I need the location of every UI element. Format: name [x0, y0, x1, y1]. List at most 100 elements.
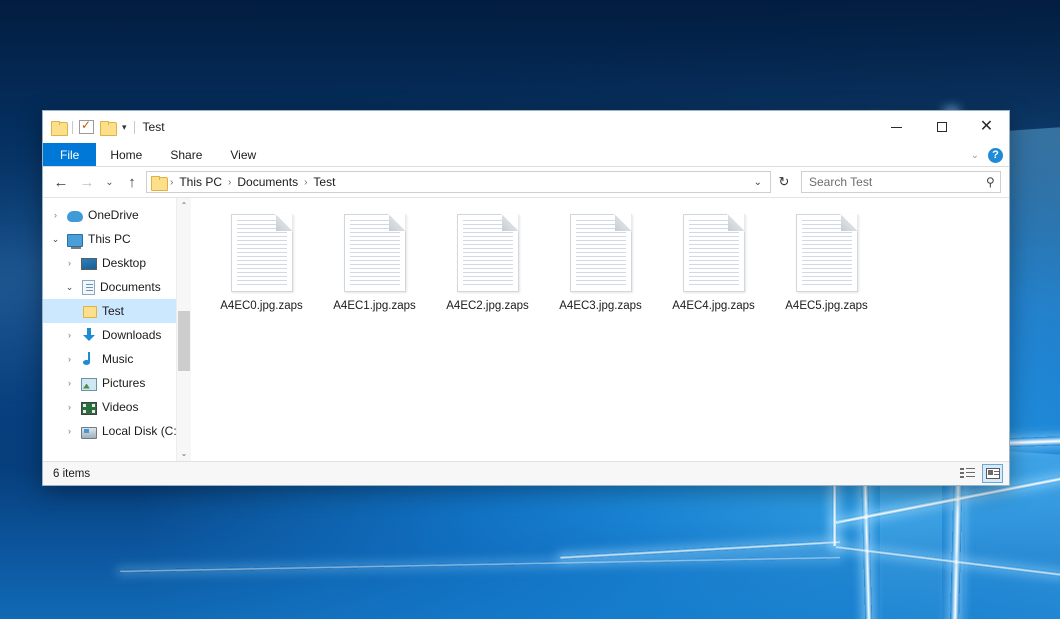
folder-icon	[83, 306, 97, 318]
sidebar-item-videos[interactable]: › Videos	[43, 395, 191, 419]
chevron-down-icon[interactable]: ⌄	[971, 150, 979, 161]
chevron-down-icon[interactable]: ⌄	[750, 177, 766, 188]
chevron-down-icon[interactable]: ⌄	[63, 282, 76, 293]
sidebar-item-pictures[interactable]: › Pictures	[43, 371, 191, 395]
breadcrumb[interactable]: › This PC › Documents › Test ⌄	[146, 171, 771, 193]
details-view-button[interactable]	[957, 464, 978, 483]
sidebar-item-documents[interactable]: ⌄ Documents	[43, 275, 191, 299]
sidebar-item-label: OneDrive	[88, 208, 139, 222]
address-bar: ← → ⌄ ↑ › This PC › Documents › Test ⌄ ↻…	[43, 167, 1009, 197]
downloads-icon	[81, 327, 97, 343]
toolbar-separator-1	[72, 121, 73, 134]
search-box[interactable]: ⚲	[801, 171, 1001, 193]
window-title: Test	[143, 120, 165, 134]
sidebar-item-label: Local Disk (C:)	[102, 424, 181, 438]
sidebar-item-label: Desktop	[102, 256, 146, 270]
scroll-down-icon[interactable]: ⌄	[177, 446, 191, 461]
tab-file[interactable]: File	[43, 143, 96, 166]
chevron-down-icon[interactable]: ▾	[121, 123, 128, 132]
music-icon	[81, 351, 97, 367]
scrollbar-track[interactable]	[177, 213, 191, 446]
file-name-label: A4EC4.jpg.zaps	[672, 300, 754, 312]
cloud-icon	[67, 211, 83, 222]
sidebar-item-music[interactable]: › Music	[43, 347, 191, 371]
chevron-right-icon[interactable]: ›	[63, 330, 76, 340]
generic-file-icon	[570, 214, 632, 292]
tab-home[interactable]: Home	[96, 143, 156, 166]
navigation-pane: › OneDrive ⌄ This PC › Desktop ⌄ Documen…	[43, 198, 191, 461]
minimize-icon	[891, 127, 902, 128]
wallpaper-pane-lower-left	[880, 467, 942, 619]
file-item[interactable]: A4EC2.jpg.zaps	[431, 212, 544, 312]
ribbon-right-controls: ⌄ ?	[971, 143, 1003, 167]
back-button[interactable]: ←	[49, 170, 73, 194]
help-icon[interactable]: ?	[988, 148, 1003, 163]
chevron-right-icon[interactable]: ›	[63, 426, 76, 436]
file-item[interactable]: A4EC5.jpg.zaps	[770, 212, 883, 312]
file-name-label: A4EC1.jpg.zaps	[333, 300, 415, 312]
breadcrumb-separator: ›	[170, 177, 173, 188]
chevron-right-icon[interactable]: ›	[63, 402, 76, 412]
new-folder-icon[interactable]	[100, 121, 115, 134]
sidebar-item-label: Music	[102, 352, 133, 366]
sidebar-item-onedrive[interactable]: › OneDrive	[43, 203, 191, 227]
large-icons-view-button[interactable]	[982, 464, 1003, 483]
toolbar-separator-2	[134, 121, 135, 134]
file-name-label: A4EC2.jpg.zaps	[446, 300, 528, 312]
file-list-pane[interactable]: A4EC0.jpg.zaps A4EC1.jpg.zaps	[191, 198, 1009, 461]
tab-view[interactable]: View	[216, 143, 270, 166]
scroll-up-icon[interactable]: ⌃	[177, 198, 191, 213]
scrollbar-thumb[interactable]	[178, 311, 190, 372]
details-view-icon	[960, 468, 975, 479]
file-item[interactable]: A4EC3.jpg.zaps	[544, 212, 657, 312]
disk-icon	[81, 427, 97, 439]
forward-button[interactable]: →	[75, 170, 99, 194]
chevron-right-icon[interactable]: ›	[49, 210, 62, 220]
properties-checkmark-icon[interactable]	[79, 120, 94, 134]
search-input[interactable]	[807, 174, 986, 190]
file-item[interactable]: A4EC4.jpg.zaps	[657, 212, 770, 312]
pictures-icon	[81, 378, 97, 391]
documents-icon	[82, 280, 95, 295]
sidebar-scrollbar[interactable]: ⌃ ⌄	[176, 198, 191, 461]
chevron-down-icon[interactable]: ⌄	[49, 234, 62, 245]
maximize-icon	[937, 122, 947, 132]
title-bar: ▾ Test ✕	[43, 111, 1009, 143]
breadcrumb-item-this-pc[interactable]: This PC	[177, 175, 224, 189]
chevron-right-icon[interactable]: ›	[63, 258, 76, 268]
file-grid: A4EC0.jpg.zaps A4EC1.jpg.zaps	[205, 212, 1009, 312]
file-item[interactable]: A4EC1.jpg.zaps	[318, 212, 431, 312]
breadcrumb-folder-icon[interactable]	[151, 176, 166, 189]
sidebar-item-label: Videos	[102, 400, 138, 414]
breadcrumb-separator: ›	[228, 177, 231, 188]
minimize-button[interactable]	[874, 111, 919, 143]
close-button[interactable]: ✕	[964, 111, 1009, 143]
maximize-button[interactable]	[919, 111, 964, 143]
large-icons-view-icon	[986, 468, 1000, 479]
view-buttons	[957, 464, 1003, 483]
sidebar-item-label: This PC	[88, 232, 131, 246]
sidebar-item-label: Downloads	[102, 328, 161, 342]
chevron-right-icon[interactable]: ›	[63, 354, 76, 364]
breadcrumb-item-documents[interactable]: Documents	[235, 175, 300, 189]
sidebar-item-this-pc[interactable]: ⌄ This PC	[43, 227, 191, 251]
recent-locations-button[interactable]: ⌄	[101, 170, 118, 194]
folder-icon[interactable]	[51, 121, 66, 134]
chevron-right-icon[interactable]: ›	[63, 378, 76, 388]
tab-share[interactable]: Share	[156, 143, 216, 166]
computer-icon	[67, 234, 83, 247]
refresh-button[interactable]: ↻	[773, 171, 795, 193]
search-icon[interactable]: ⚲	[986, 175, 995, 189]
file-item[interactable]: A4EC0.jpg.zaps	[205, 212, 318, 312]
sidebar-item-local-disk-c[interactable]: › Local Disk (C:)	[43, 419, 191, 443]
sidebar-item-label: Pictures	[102, 376, 145, 390]
sidebar-item-test[interactable]: Test	[43, 299, 191, 323]
sidebar-item-desktop[interactable]: › Desktop	[43, 251, 191, 275]
breadcrumb-item-test[interactable]: Test	[311, 175, 337, 189]
file-name-label: A4EC5.jpg.zaps	[785, 300, 867, 312]
generic-file-icon	[683, 214, 745, 292]
close-icon: ✕	[980, 119, 993, 135]
sidebar-item-label: Test	[102, 304, 124, 318]
up-button[interactable]: ↑	[120, 170, 144, 194]
sidebar-item-downloads[interactable]: › Downloads	[43, 323, 191, 347]
